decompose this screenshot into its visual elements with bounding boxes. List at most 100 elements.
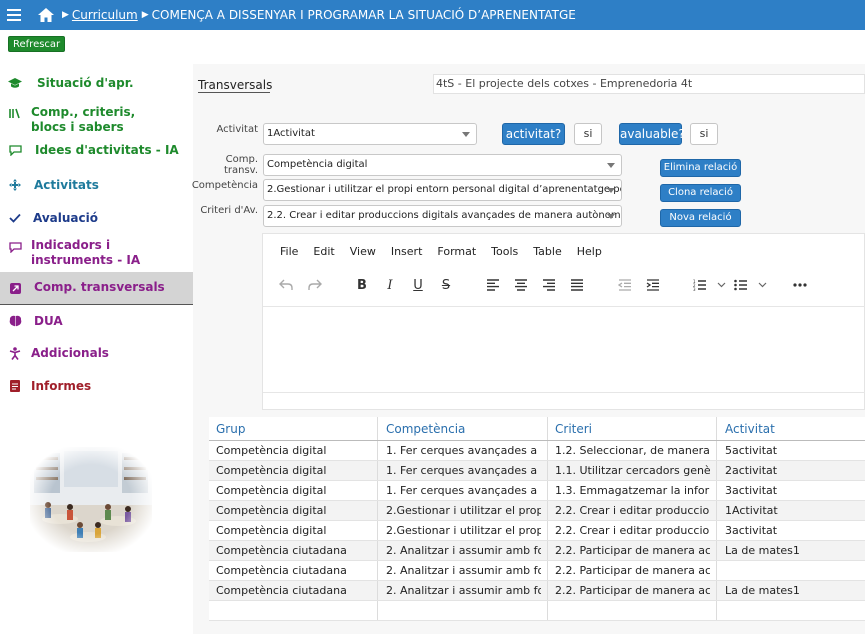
- menu-edit[interactable]: Edit: [313, 245, 334, 258]
- chevron-down-icon[interactable]: [712, 276, 730, 294]
- table-row[interactable]: Competència digital 1. Fer cerques avança…: [209, 441, 865, 461]
- table-row[interactable]: Competència ciutadana 2. Analitzar i assu…: [209, 581, 865, 601]
- cell-criteri: 1.3. Emmagatzemar la infor…: [555, 484, 710, 497]
- cell-grup: Competència digital: [216, 484, 327, 497]
- chevron-down-icon[interactable]: [753, 276, 771, 294]
- sidebar-item-comp-criteris[interactable]: Comp., criteris, blocs i sabers: [0, 96, 193, 136]
- strikethrough-icon[interactable]: S: [437, 276, 455, 294]
- sidebar-item-comp-transversals[interactable]: Comp. transversals: [0, 272, 193, 305]
- activitat-select-value: 1Activitat: [267, 128, 315, 139]
- cell-criteri: 2.2. Participar de manera acti…: [555, 584, 710, 597]
- figure-icon: [8, 346, 22, 360]
- sidebar-item-addicionals[interactable]: Addicionals: [0, 338, 193, 371]
- activitat-button[interactable]: activitat?: [502, 123, 565, 145]
- cell-competencia: 2.Gestionar i utilitzar el propi …: [386, 524, 541, 537]
- bold-icon[interactable]: B: [353, 276, 371, 294]
- align-justify-icon[interactable]: [568, 276, 586, 294]
- table-header: Grup Competència Criteri Activitat: [209, 417, 865, 441]
- header-activitat[interactable]: Activitat: [725, 422, 775, 436]
- breadcrumb-current: COMENÇA A DISSENYAR I PROGRAMAR LA SITUA…: [151, 8, 576, 22]
- header-competencia[interactable]: Competència: [386, 422, 465, 436]
- home-icon[interactable]: [34, 0, 58, 30]
- more-icon[interactable]: [791, 276, 809, 294]
- numbered-list-icon[interactable]: 123: [691, 276, 709, 294]
- top-bar: ▶ Curriculum ▶ COMENÇA A DISSENYAR I PRO…: [0, 0, 865, 30]
- indent-icon[interactable]: [644, 276, 662, 294]
- cell-competencia: 2. Analitzar i assumir amb fo…: [386, 564, 541, 577]
- criteri-select[interactable]: 2.2. Crear i editar produccions digitals…: [263, 205, 622, 227]
- table-row[interactable]: Competència ciutadana 2. Analitzar i assu…: [209, 541, 865, 561]
- table-row[interactable]: [209, 601, 865, 621]
- sidebar-item-informes[interactable]: Informes: [0, 371, 193, 404]
- menu-file[interactable]: File: [280, 245, 298, 258]
- competencia-select[interactable]: 2.Gestionar i utilitzar el propi entorn …: [263, 179, 622, 201]
- bullet-list-icon[interactable]: [732, 276, 750, 294]
- elimina-relacio-button[interactable]: Elimina relació: [660, 159, 741, 177]
- situacio-field: 4tS - El projecte dels cotxes - Emprened…: [433, 74, 865, 94]
- cell-grup: Competència ciutadana: [216, 564, 347, 577]
- menu-view[interactable]: View: [350, 245, 376, 258]
- menu-tools[interactable]: Tools: [491, 245, 518, 258]
- align-right-icon[interactable]: [540, 276, 558, 294]
- nova-relacio-button[interactable]: Nova relació: [660, 209, 741, 227]
- underline-icon[interactable]: U: [409, 276, 427, 294]
- align-left-icon[interactable]: [484, 276, 502, 294]
- cell-criteri: 2.2. Participar de manera acti…: [555, 544, 710, 557]
- sidebar-item-label: Idees d'activitats - IA: [35, 143, 179, 157]
- undo-icon[interactable]: [277, 276, 295, 294]
- breadcrumb-curriculum[interactable]: Curriculum: [72, 8, 138, 22]
- sidebar-item-activitats[interactable]: Activitats: [0, 169, 193, 202]
- table-row[interactable]: Competència digital 1. Fer cerques avança…: [209, 481, 865, 501]
- editor-toolbar: B I U S 123: [263, 272, 865, 300]
- cell-activitat: 5activitat: [725, 444, 778, 457]
- outdent-icon[interactable]: [616, 276, 634, 294]
- cell-activitat: 3activitat: [725, 524, 778, 537]
- criteri-label: Criteri d'Av.: [200, 205, 258, 216]
- sidebar-item-label: Informes: [31, 379, 92, 393]
- tab-transversals[interactable]: Transversals: [198, 78, 272, 93]
- menu-help[interactable]: Help: [577, 245, 602, 258]
- clona-relacio-button[interactable]: Clona relació: [660, 184, 741, 202]
- cell-competencia: 1. Fer cerques avançades a In…: [386, 444, 541, 457]
- activitat-si-button[interactable]: si: [574, 123, 602, 145]
- cell-grup: Competència digital: [216, 444, 327, 457]
- table-row[interactable]: Competència digital 2.Gestionar i utilitz…: [209, 501, 865, 521]
- toolbar-divider: [263, 306, 865, 307]
- activitat-select[interactable]: 1Activitat: [263, 123, 477, 145]
- comp-transv-select-value: Competència digital: [267, 159, 368, 170]
- header-criteri[interactable]: Criteri: [555, 422, 592, 436]
- sidebar-item-idees-ia[interactable]: Idees d'activitats - IA: [0, 136, 193, 169]
- cell-criteri: 2.2. Crear i editar produccion…: [555, 504, 710, 517]
- sidebar-item-situacio[interactable]: Situació d'apr.: [0, 64, 193, 96]
- menu-table[interactable]: Table: [533, 245, 561, 258]
- sidebar-item-indicadors-ia[interactable]: Indicadors i instruments - IA: [0, 233, 193, 272]
- statusbar-divider: [263, 392, 865, 393]
- refresh-button[interactable]: Refrescar: [8, 36, 66, 52]
- editor-menubar: File Edit View Insert Format Tools Table…: [280, 245, 617, 258]
- sidebar-item-dua[interactable]: DUA: [0, 305, 193, 338]
- menu-icon[interactable]: [0, 0, 28, 30]
- redo-icon[interactable]: [306, 276, 324, 294]
- avaluable-button[interactable]: avaluable?: [619, 123, 685, 145]
- cell-criteri: 1.2. Seleccionar, de manera a…: [555, 444, 710, 457]
- table-row[interactable]: Competència digital 2.Gestionar i utilitz…: [209, 521, 865, 541]
- sidebar-item-avaluacio[interactable]: Avaluació: [0, 202, 193, 233]
- menu-format[interactable]: Format: [437, 245, 476, 258]
- align-center-icon[interactable]: [512, 276, 530, 294]
- comp-transv-select[interactable]: Competència digital: [263, 154, 622, 176]
- cell-activitat: 1Activitat: [725, 504, 778, 517]
- avaluable-si-button[interactable]: si: [690, 123, 718, 145]
- header-grup[interactable]: Grup: [216, 422, 245, 436]
- table-row[interactable]: Competència digital 1. Fer cerques avança…: [209, 461, 865, 481]
- competencia-label: Competència: [191, 180, 258, 191]
- cell-grup: Competència digital: [216, 524, 327, 537]
- table-row[interactable]: Competència ciutadana 2. Analitzar i assu…: [209, 561, 865, 581]
- menu-insert[interactable]: Insert: [391, 245, 423, 258]
- move-arrows-icon: [8, 178, 22, 192]
- chevron-down-icon: [462, 132, 470, 137]
- cell-activitat: 3activitat: [725, 484, 778, 497]
- italic-icon[interactable]: I: [381, 276, 399, 294]
- cell-grup: Competència ciutadana: [216, 544, 347, 557]
- relations-table: Grup Competència Criteri Activitat Compe…: [209, 417, 865, 621]
- check-icon: [8, 211, 22, 225]
